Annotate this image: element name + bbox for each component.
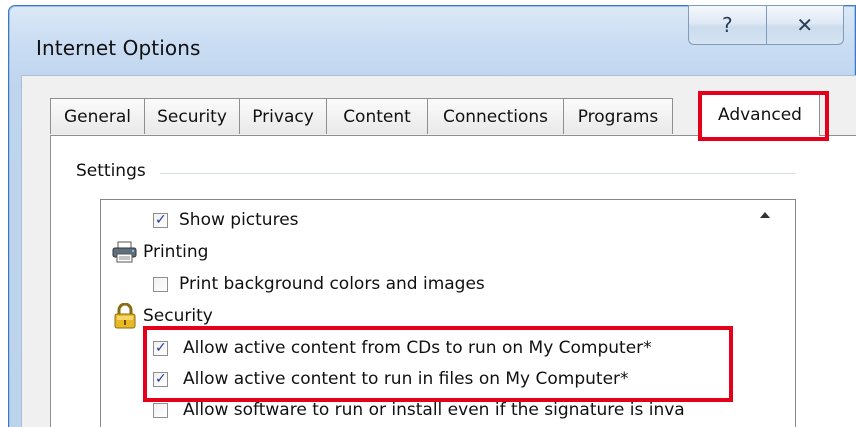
cd-active-content-checkbox[interactable]: ✓ — [153, 340, 168, 356]
list-item-label: Allow active content to run in files on … — [183, 369, 629, 389]
list-item-label: Allow active content from CDs to run on … — [183, 338, 652, 358]
tab-connections[interactable]: Connections — [427, 98, 564, 134]
list-item-cd-active-content[interactable]: ✓ Allow active content from CDs to run o… — [153, 334, 652, 362]
allow-unsigned-software-checkbox[interactable] — [153, 402, 168, 418]
files-active-content-checkbox[interactable]: ✓ — [153, 371, 168, 387]
close-button[interactable]: ✕ — [765, 5, 844, 45]
list-item-files-active-content[interactable]: ✓ Allow active content to run in files o… — [153, 365, 629, 393]
list-item-label: Allow software to run or install even if… — [183, 400, 685, 420]
help-button[interactable]: ? — [688, 5, 766, 45]
close-icon: ✕ — [796, 13, 814, 37]
category-security: Security — [113, 302, 213, 330]
tab-security[interactable]: Security — [144, 98, 240, 134]
show-pictures-checkbox[interactable]: ✓ — [153, 212, 168, 228]
settings-group-label: Settings — [76, 161, 154, 181]
list-item-allow-unsigned-software[interactable]: Allow software to run or install even if… — [153, 396, 685, 424]
print-background-checkbox[interactable] — [153, 276, 168, 292]
list-item-show-pictures[interactable]: ✓ Show pictures — [153, 206, 299, 234]
list-item-label: Print background colors and images — [179, 274, 485, 294]
tab-content[interactable]: Content — [326, 98, 428, 134]
settings-list[interactable]: ✓ Show pictures Printing Print backgroun… — [100, 199, 796, 427]
caption-buttons: ? ✕ — [688, 5, 844, 45]
category-printing: Printing — [111, 238, 208, 266]
window-title: Internet Options — [36, 36, 201, 60]
lock-icon — [114, 303, 136, 329]
help-icon: ? — [721, 13, 733, 37]
printer-icon — [112, 241, 137, 263]
tab-advanced[interactable]: Advanced — [700, 92, 820, 136]
list-item-label: Show pictures — [179, 210, 299, 230]
tab-general[interactable]: General — [50, 98, 145, 134]
tab-privacy[interactable]: Privacy — [239, 98, 327, 134]
category-label: Printing — [143, 242, 209, 262]
tab-programs[interactable]: Programs — [563, 98, 673, 134]
screenshot-stage: Internet Options ? ✕ General Security Pr… — [0, 0, 856, 427]
settings-group-divider — [160, 173, 796, 174]
category-label: Security — [143, 306, 213, 326]
list-item-print-background[interactable]: Print background colors and images — [153, 270, 485, 298]
scroll-up-arrow-icon[interactable] — [760, 212, 770, 218]
